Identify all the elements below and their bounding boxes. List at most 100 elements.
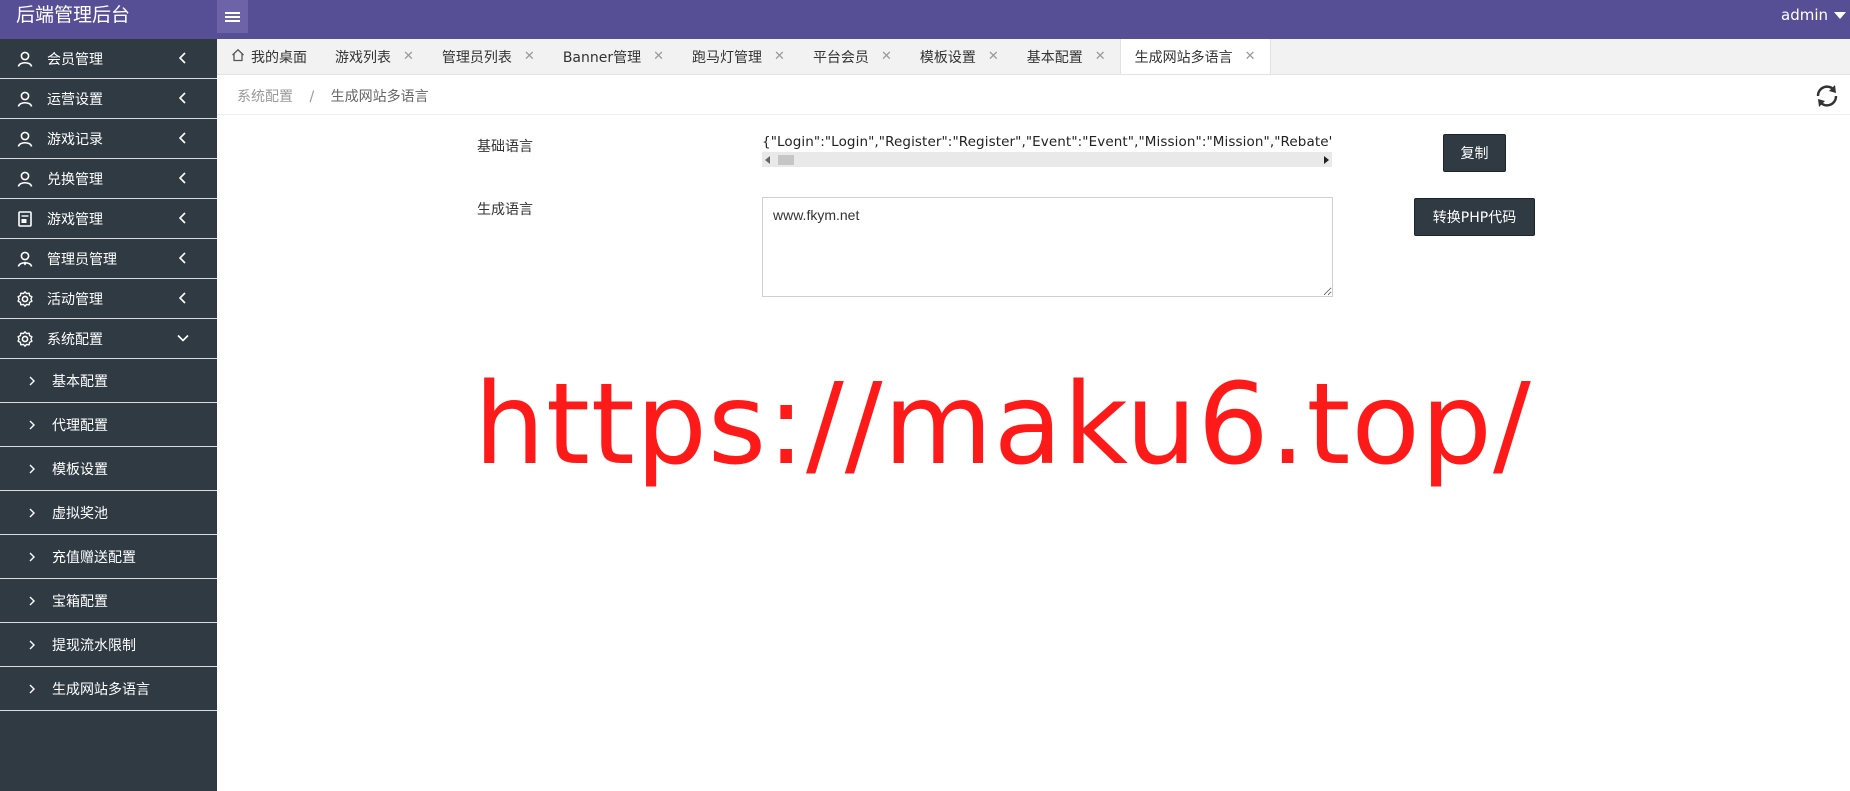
chevron-left-icon bbox=[177, 172, 189, 188]
tab-6[interactable]: 模板设置 ✕ bbox=[906, 39, 1013, 74]
generated-language-label: 生成语言 bbox=[477, 202, 533, 218]
gear-icon bbox=[15, 329, 35, 349]
horizontal-scrollbar[interactable] bbox=[762, 152, 1332, 167]
tab-3[interactable]: Banner管理 ✕ bbox=[549, 39, 678, 74]
close-icon[interactable]: ✕ bbox=[653, 49, 664, 64]
chevron-left-icon bbox=[177, 132, 189, 148]
sidebar-subitem-label: 充值赠送配置 bbox=[52, 549, 136, 566]
sidebar-subitem-label: 提现流水限制 bbox=[52, 637, 136, 654]
close-icon[interactable]: ✕ bbox=[774, 49, 785, 64]
sidebar-item-label: 游戏管理 bbox=[47, 211, 103, 228]
tab-label: 我的桌面 bbox=[251, 49, 307, 66]
watermark-text: https://maku6.top/ bbox=[474, 360, 1532, 490]
sidebar-item-7[interactable]: 系统配置 bbox=[0, 319, 217, 359]
sidebar-subitem-label: 基本配置 bbox=[52, 373, 108, 390]
copy-button[interactable]: 复制 bbox=[1443, 134, 1506, 172]
username: admin bbox=[1781, 6, 1828, 24]
sidebar-subitem-label: 宝箱配置 bbox=[52, 593, 108, 610]
close-icon[interactable]: ✕ bbox=[1245, 49, 1256, 64]
generated-language-textarea[interactable] bbox=[762, 197, 1333, 297]
top-header: 后端管理后台 admin bbox=[0, 0, 1850, 39]
caret-down-icon bbox=[1834, 11, 1846, 19]
chevron-right-icon bbox=[28, 508, 38, 518]
tab-label: 跑马灯管理 bbox=[692, 49, 763, 66]
tab-label: 游戏列表 bbox=[335, 49, 391, 66]
close-icon[interactable]: ✕ bbox=[1095, 49, 1106, 64]
close-icon[interactable]: ✕ bbox=[403, 49, 414, 64]
chevron-right-icon bbox=[28, 420, 38, 430]
breadcrumb-current: 生成网站多语言 bbox=[330, 89, 429, 105]
home-icon bbox=[231, 48, 245, 66]
base-language-field[interactable]: {"Login":"Login","Register":"Register","… bbox=[762, 133, 1332, 168]
base-language-label: 基础语言 bbox=[477, 139, 533, 155]
tab-0[interactable]: 我的桌面 bbox=[217, 39, 321, 74]
tab-5[interactable]: 平台会员 ✕ bbox=[799, 39, 906, 74]
sidebar-subitem-label: 生成网站多语言 bbox=[52, 681, 150, 698]
tab-7[interactable]: 基本配置 ✕ bbox=[1013, 39, 1120, 74]
user-icon bbox=[15, 49, 35, 69]
sidebar-subitem-1[interactable]: 代理配置 bbox=[0, 403, 217, 447]
chevron-down-icon bbox=[177, 332, 189, 348]
scroll-left-icon[interactable] bbox=[765, 156, 770, 164]
close-icon[interactable]: ✕ bbox=[881, 49, 892, 64]
sidebar-item-4[interactable]: 游戏管理 bbox=[0, 199, 217, 239]
sidebar-subitem-3[interactable]: 虚拟奖池 bbox=[0, 491, 217, 535]
sidebar-item-label: 运营设置 bbox=[47, 91, 103, 108]
chevron-right-icon bbox=[28, 376, 38, 386]
sidebar-item-5[interactable]: 管理员管理 bbox=[0, 239, 217, 279]
sidebar-item-6[interactable]: 活动管理 bbox=[0, 279, 217, 319]
user-icon bbox=[15, 129, 35, 149]
tab-label: Banner管理 bbox=[562, 49, 642, 66]
breadcrumb-bar: 系统配置 / 生成网站多语言 bbox=[217, 75, 1850, 115]
chevron-left-icon bbox=[177, 292, 189, 308]
sidebar-item-label: 活动管理 bbox=[47, 291, 103, 308]
document-icon bbox=[15, 209, 35, 229]
sidebar-item-label: 系统配置 bbox=[47, 331, 103, 348]
hamburger-icon bbox=[225, 11, 240, 22]
sidebar-item-label: 兑换管理 bbox=[47, 171, 103, 188]
tab-1[interactable]: 游戏列表 ✕ bbox=[321, 39, 428, 74]
tab-bar: 我的桌面 游戏列表 ✕ 管理员列表 ✕ Banner管理 ✕ 跑马灯管理 ✕ 平台会员 ✕ 模板设置 ✕… bbox=[217, 39, 1850, 75]
scroll-thumb[interactable] bbox=[778, 155, 794, 165]
sidebar-subitem-label: 虚拟奖池 bbox=[52, 505, 108, 522]
scroll-right-icon[interactable] bbox=[1324, 156, 1329, 164]
user-icon bbox=[15, 89, 35, 109]
sidebar-item-2[interactable]: 游戏记录 bbox=[0, 119, 217, 159]
admin-user-icon bbox=[15, 249, 35, 269]
sidebar-item-1[interactable]: 运营设置 bbox=[0, 79, 217, 119]
close-icon[interactable]: ✕ bbox=[524, 49, 535, 64]
tab-label: 生成网站多语言 bbox=[1134, 49, 1233, 66]
tab-2[interactable]: 管理员列表 ✕ bbox=[428, 39, 549, 74]
menu-toggle-button[interactable] bbox=[217, 0, 248, 33]
chevron-right-icon bbox=[28, 596, 38, 606]
chevron-left-icon bbox=[177, 52, 189, 68]
refresh-icon[interactable] bbox=[1814, 83, 1840, 109]
sidebar-item-0[interactable]: 会员管理 bbox=[0, 39, 217, 79]
chevron-right-icon bbox=[28, 640, 38, 650]
tab-label: 基本配置 bbox=[1026, 49, 1083, 66]
convert-php-button[interactable]: 转换PHP代码 bbox=[1414, 198, 1535, 236]
tab-label: 管理员列表 bbox=[441, 49, 512, 66]
sidebar-item-label: 管理员管理 bbox=[47, 251, 117, 268]
tab-label: 平台会员 bbox=[812, 49, 869, 66]
sidebar-subitem-4[interactable]: 充值赠送配置 bbox=[0, 535, 217, 579]
sidebar-subitem-label: 代理配置 bbox=[52, 417, 108, 434]
sidebar-subitem-6[interactable]: 提现流水限制 bbox=[0, 623, 217, 667]
sidebar-subitem-0[interactable]: 基本配置 bbox=[0, 359, 217, 403]
tab-8[interactable]: 生成网站多语言 ✕ bbox=[1119, 39, 1271, 74]
sidebar-item-3[interactable]: 兑换管理 bbox=[0, 159, 217, 199]
chevron-right-icon bbox=[28, 464, 38, 474]
close-icon[interactable]: ✕ bbox=[988, 49, 999, 64]
sidebar-subitem-label: 模板设置 bbox=[52, 461, 108, 478]
tab-4[interactable]: 跑马灯管理 ✕ bbox=[678, 39, 799, 74]
sidebar-subitem-7[interactable]: 生成网站多语言 bbox=[0, 667, 217, 711]
breadcrumb: 系统配置 / 生成网站多语言 bbox=[237, 86, 429, 106]
chevron-left-icon bbox=[177, 212, 189, 228]
brand-title: 后端管理后台 bbox=[16, 4, 131, 26]
sidebar: 会员管理运营设置游戏记录兑换管理游戏管理管理员管理活动管理系统配置基本配置代理配… bbox=[0, 39, 217, 791]
user-menu[interactable]: admin bbox=[1781, 6, 1850, 24]
sidebar-item-label: 会员管理 bbox=[47, 51, 103, 68]
sidebar-subitem-2[interactable]: 模板设置 bbox=[0, 447, 217, 491]
breadcrumb-parent[interactable]: 系统配置 bbox=[237, 89, 293, 105]
sidebar-subitem-5[interactable]: 宝箱配置 bbox=[0, 579, 217, 623]
